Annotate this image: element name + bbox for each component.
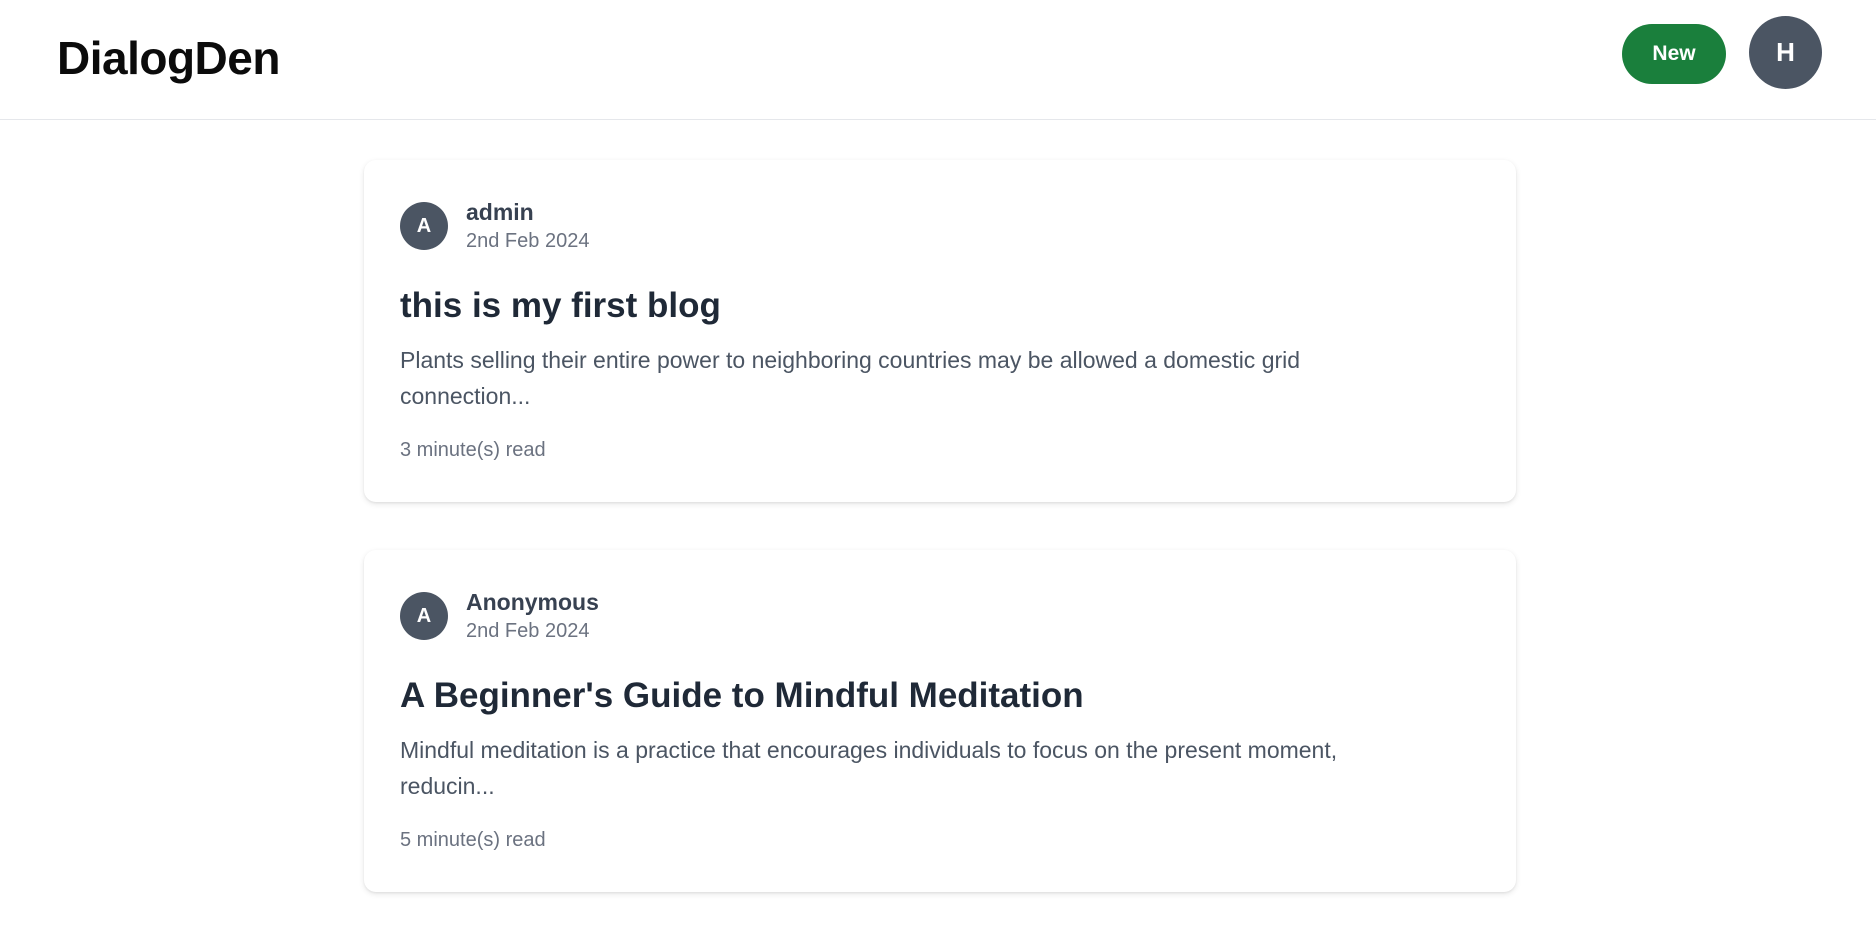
post-card[interactable]: A admin 2nd Feb 2024 this is my first bl… — [364, 160, 1516, 502]
top-navbar: DialogDen New H — [0, 0, 1876, 120]
post-meta: A admin 2nd Feb 2024 — [400, 198, 1480, 254]
author-info: Anonymous 2nd Feb 2024 — [466, 587, 599, 645]
read-time: 3 minute(s) read — [400, 439, 546, 461]
post-date: 2nd Feb 2024 — [466, 620, 590, 642]
author-avatar: A — [400, 592, 448, 640]
post-card[interactable]: A Anonymous 2nd Feb 2024 A Beginner's Gu… — [364, 550, 1516, 892]
post-feed: A admin 2nd Feb 2024 this is my first bl… — [364, 160, 1516, 940]
author-info: admin 2nd Feb 2024 — [466, 197, 589, 255]
author-name: Anonymous — [466, 589, 599, 615]
brand-logo[interactable]: DialogDen — [57, 30, 280, 86]
post-excerpt: Mindful meditation is a practice that en… — [400, 737, 1338, 799]
post-title[interactable]: A Beginner's Guide to Mindful Meditation — [400, 674, 1480, 718]
post-excerpt: Plants selling their entire power to nei… — [400, 347, 1301, 409]
post-title[interactable]: this is my first blog — [400, 284, 1480, 328]
author-name: admin — [466, 199, 534, 225]
post-meta: A Anonymous 2nd Feb 2024 — [400, 588, 1480, 644]
post-date: 2nd Feb 2024 — [466, 230, 590, 252]
user-avatar[interactable]: H — [1749, 16, 1822, 89]
author-avatar: A — [400, 202, 448, 250]
new-post-button[interactable]: New — [1622, 24, 1726, 84]
read-time: 5 minute(s) read — [400, 829, 546, 851]
